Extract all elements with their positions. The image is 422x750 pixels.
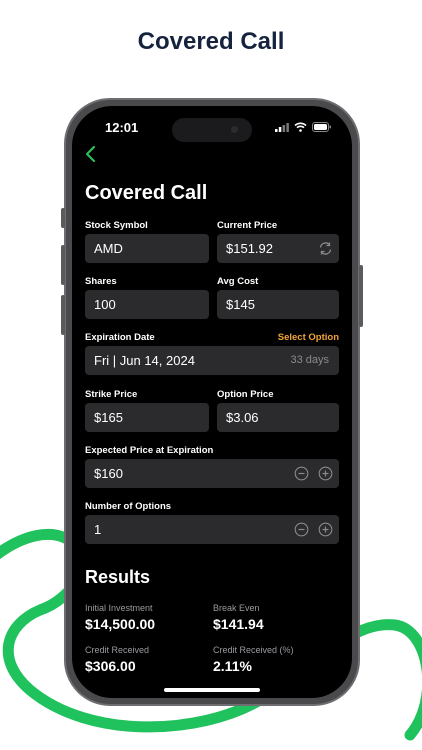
status-icons [275,122,332,132]
credit-received-pct-label: Credit Received (%) [213,645,294,655]
refresh-icon[interactable] [318,241,333,256]
credit-received-label: Credit Received [85,645,150,655]
page-title: Covered Call [85,182,208,204]
current-price-field: $151.92 [217,234,339,263]
number-of-options-input[interactable]: 1 [85,515,339,544]
avg-cost-label: Avg Cost [217,276,259,287]
expected-price-label: Expected Price at Expiration [85,445,214,456]
mute-switch [61,208,65,228]
current-price-label: Current Price [217,220,278,231]
minus-circle-icon[interactable] [294,522,309,537]
home-indicator[interactable] [164,688,260,692]
strike-price-label: Strike Price [85,389,138,400]
stock-symbol-value: AMD [94,241,123,256]
expiration-date-label: Expiration Date [85,332,155,343]
phone-screen: 12:01 Covered Call Stock Symbol AMD Curr… [72,106,352,698]
shares-label: Shares [85,276,117,287]
number-of-options-value: 1 [94,522,102,537]
option-price-input[interactable]: $3.06 [217,403,339,432]
volume-up-button [61,245,65,285]
strike-price-input[interactable]: $165 [85,403,209,432]
expiration-date-picker[interactable]: Fri | Jun 14, 2024 33 days [85,346,339,375]
credit-received-pct-value: 2.11% [213,658,252,674]
expected-price-stepper [294,466,333,481]
break-even-label: Break Even [213,603,260,613]
avg-cost-input[interactable]: $145 [217,290,339,319]
option-price-value: $3.06 [226,410,259,425]
shares-input[interactable]: 100 [85,290,209,319]
status-time: 12:01 [105,120,139,135]
credit-received-value: $306.00 [85,658,136,674]
shares-value: 100 [94,297,116,312]
strike-price-value: $165 [94,410,123,425]
stock-symbol-label: Stock Symbol [85,220,148,231]
select-option-link[interactable]: Select Option [278,332,339,343]
expected-price-value: $160 [94,466,123,481]
expected-price-input[interactable]: $160 [85,459,339,488]
number-of-options-stepper [294,522,333,537]
number-of-options-label: Number of Options [85,501,172,512]
chevron-left-icon[interactable] [80,142,102,166]
wifi-icon [294,122,307,132]
expiration-date-value: Fri | Jun 14, 2024 [94,353,195,368]
current-price-value: $151.92 [226,241,273,256]
phone-frame: 12:01 Covered Call Stock Symbol AMD Curr… [61,98,363,706]
battery-icon [312,122,331,132]
break-even-value: $141.94 [213,616,264,632]
volume-down-button [61,295,65,335]
status-bar: 12:01 [72,118,352,142]
plus-circle-icon[interactable] [318,522,333,537]
cellular-signal-icon [275,122,289,132]
initial-investment-value: $14,500.00 [85,616,156,632]
avg-cost-value: $145 [226,297,255,312]
results-title: Results [85,567,151,587]
dynamic-island [172,118,252,142]
days-to-expiration: 33 days [290,354,329,366]
option-price-label: Option Price [217,389,274,400]
stock-symbol-input[interactable]: AMD [85,234,209,263]
minus-circle-icon[interactable] [294,466,309,481]
power-button [359,265,363,327]
plus-circle-icon[interactable] [318,466,333,481]
initial-investment-label: Initial Investment [85,603,153,613]
